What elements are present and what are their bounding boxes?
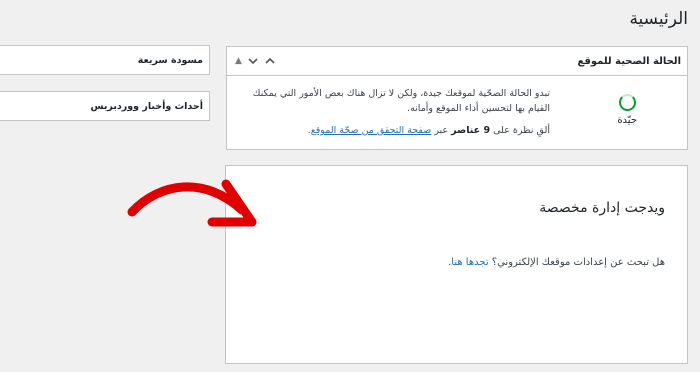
settings-link[interactable]: تجدها هنا — [451, 257, 488, 268]
items-count: 9 عناصر — [451, 125, 491, 136]
annotation-arrow-icon — [127, 179, 257, 227]
custom-widget-title: ويدجت إدارة مخصصة — [539, 200, 665, 216]
wp-news-widget[interactable]: أحداث وأخبار ووردبريس — [0, 91, 210, 121]
health-description: تبدو الحالة الصحّية لموقعك جيدة، ولكن لا… — [240, 86, 550, 138]
move-up-icon[interactable] — [264, 55, 276, 67]
site-health-link[interactable]: صفحة التحقق من صحّة الموقع — [311, 125, 432, 136]
quick-draft-title: مسودة سريعة — [137, 54, 203, 66]
custom-widget-text: هل تبحث عن إعدادات موقعك الإلكتروني؟ تجد… — [448, 257, 665, 268]
health-status: جيّدة — [617, 94, 637, 126]
toggle-panel-icon[interactable]: ▲ — [235, 56, 242, 66]
site-health-header: الحالة الصحية للموقع ▲ — [227, 47, 687, 76]
health-items-line: ألقِ نظرة على 9 عناصر عبر صفحة التحقق من… — [307, 125, 550, 136]
site-health-title: الحالة الصحية للموقع — [577, 55, 681, 67]
site-health-widget: الحالة الصحية للموقع ▲ جيّدة تبدو الحالة… — [226, 46, 688, 150]
page-title: الرئيسية — [629, 9, 688, 29]
health-paragraph: تبدو الحالة الصحّية لموقعك جيدة، ولكن لا… — [252, 88, 550, 114]
quick-draft-widget[interactable]: مسودة سريعة — [0, 45, 210, 75]
status-label: جيّدة — [617, 115, 637, 126]
move-down-icon[interactable] — [247, 55, 259, 67]
site-health-body: جيّدة تبدو الحالة الصحّية لموقعك جيدة، و… — [227, 76, 687, 150]
custom-admin-widget: ويدجت إدارة مخصصة هل تبحث عن إعدادات موق… — [225, 165, 688, 364]
status-ring-icon — [618, 94, 636, 111]
widget-handles: ▲ — [235, 55, 276, 67]
wp-news-title: أحداث وأخبار ووردبريس — [90, 100, 203, 112]
